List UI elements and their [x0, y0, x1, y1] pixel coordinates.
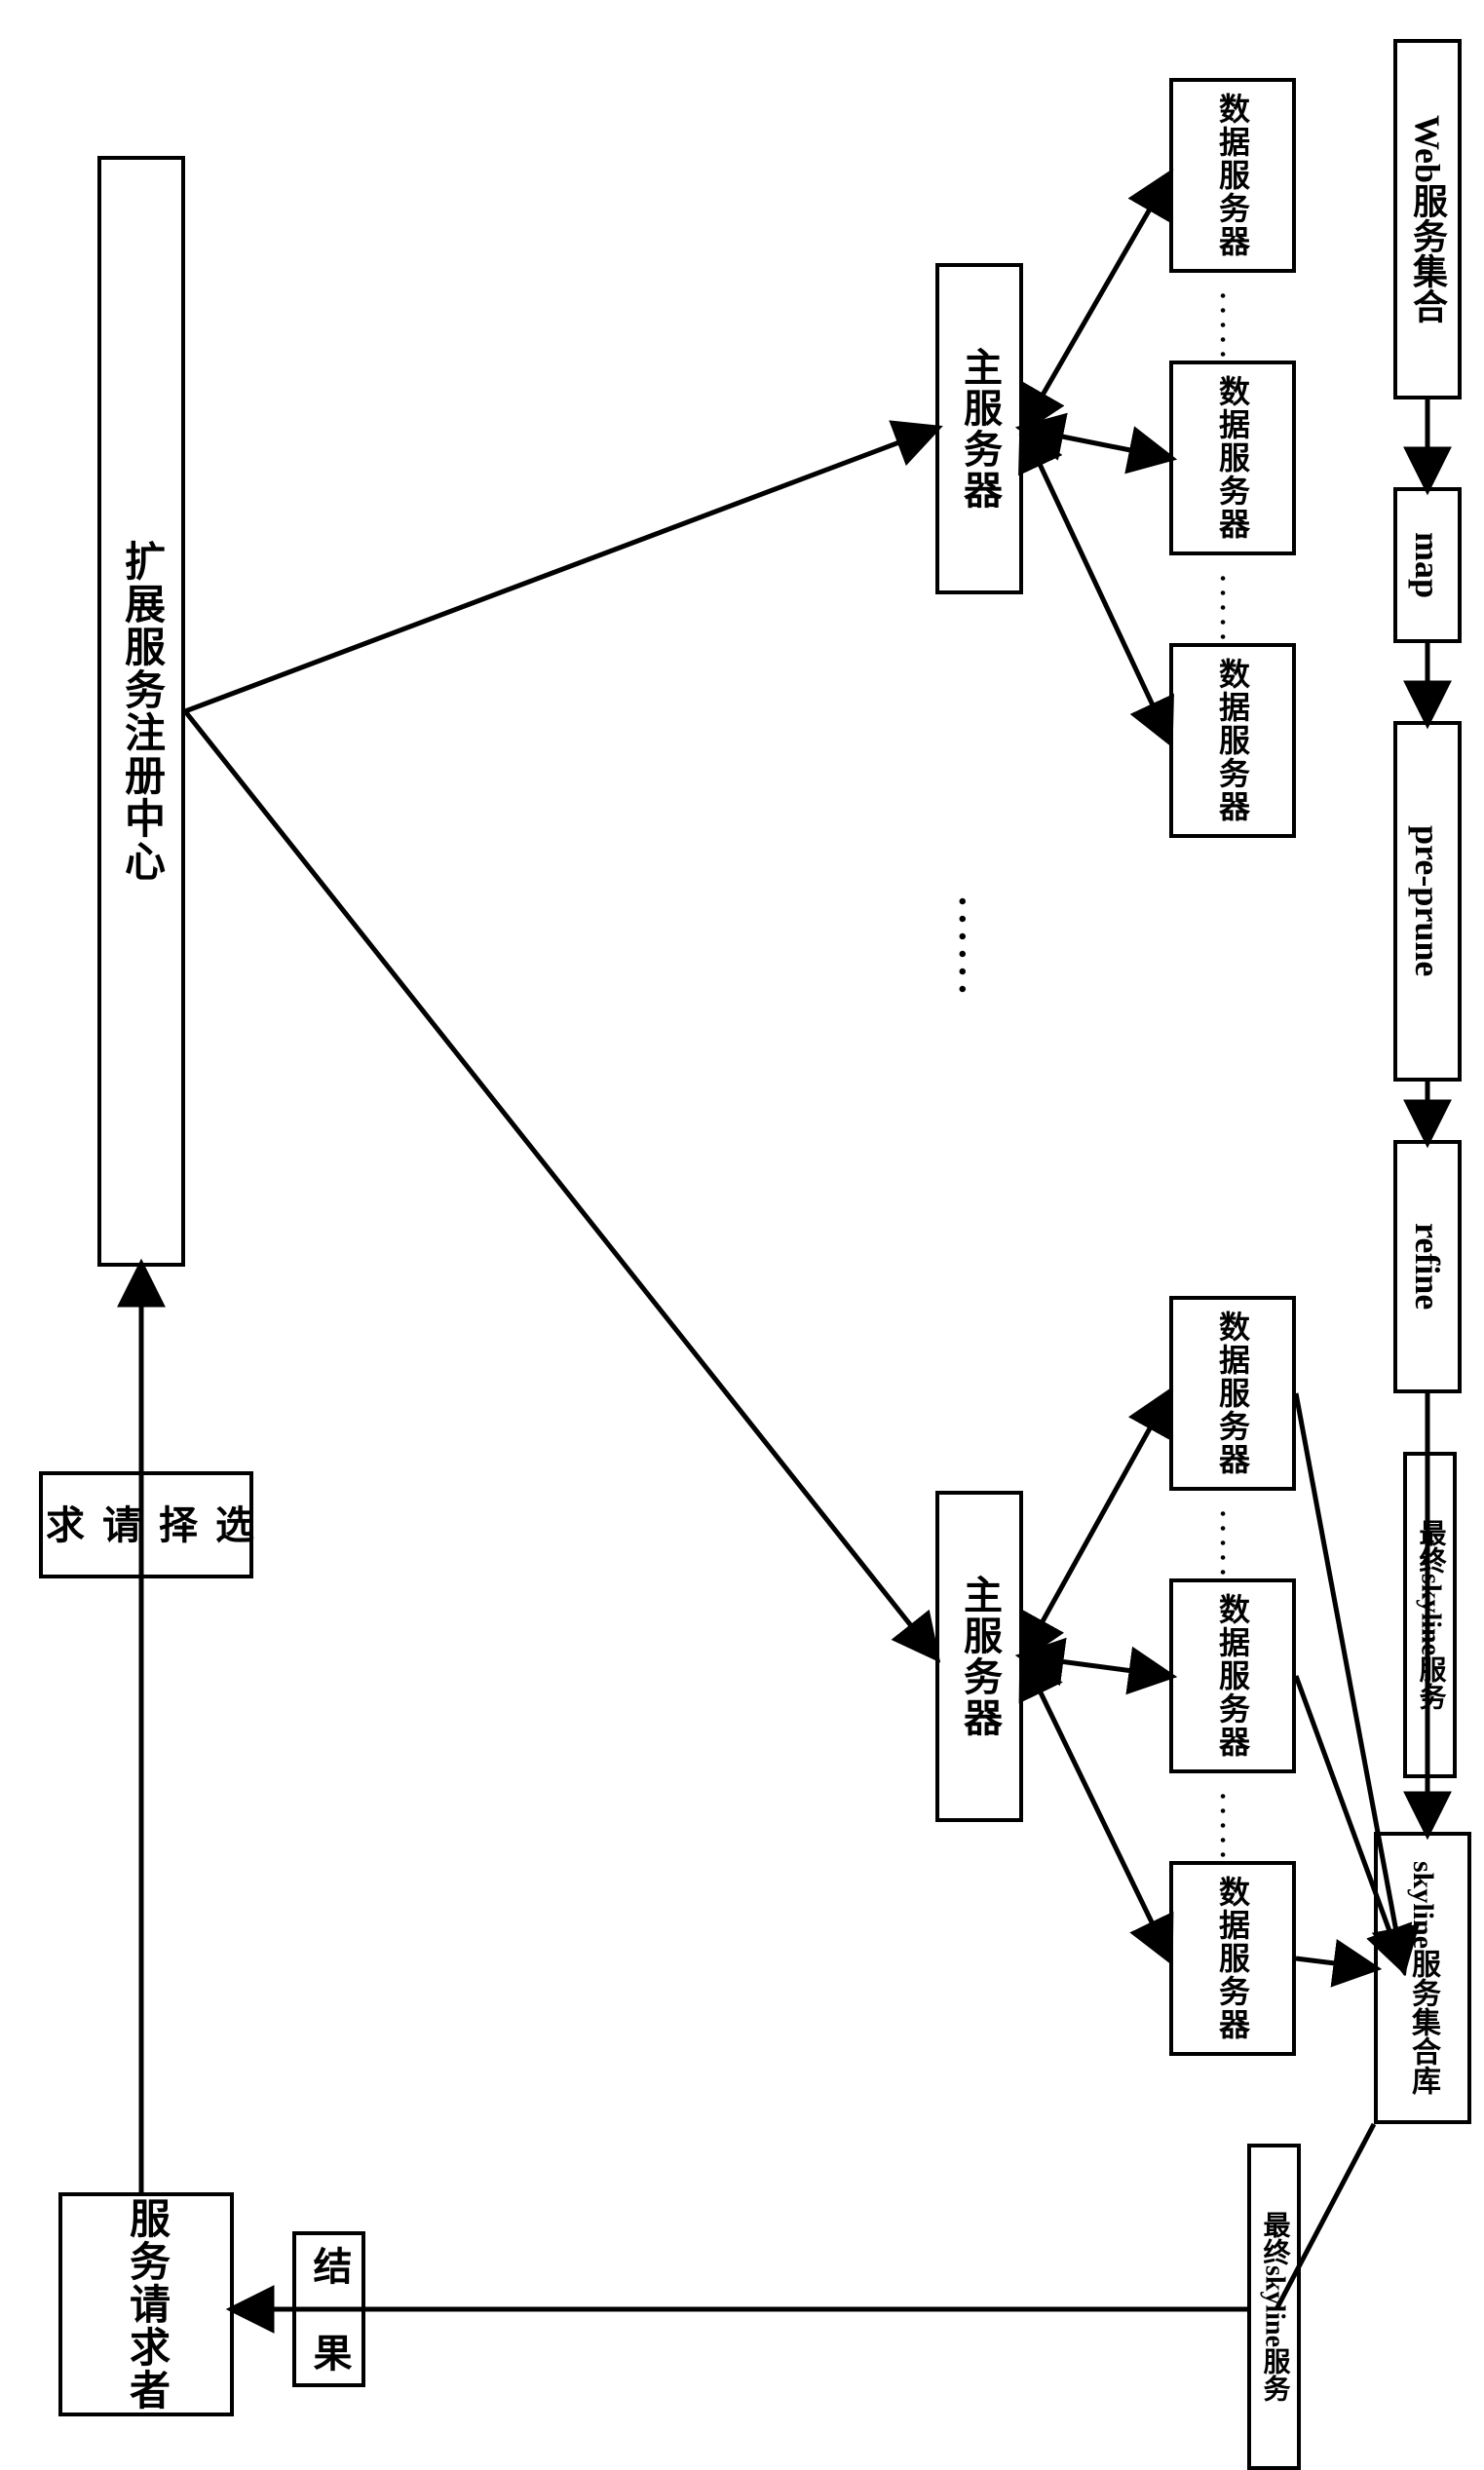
final-skyline-1-text: 最终skyline服务 — [1411, 1519, 1450, 1710]
skyline-lib-node: skyline服务集合库 — [1374, 1832, 1471, 2124]
skyline-lib-label: skyline服务集合库 — [1401, 1861, 1444, 2095]
result-text: 结 果 — [301, 2246, 358, 2374]
main-server-left: 主服务器 — [935, 263, 1023, 594]
refine-node: refine — [1393, 1140, 1462, 1393]
data-server-r3: 数据服务器 — [1169, 1861, 1296, 2056]
requester-node: 服务请求者 — [58, 2192, 234, 2416]
preprune-label: pre-prune — [1407, 825, 1448, 976]
data-server-r3-label: 数据服务器 — [1210, 1876, 1255, 2041]
web-service-set-node: Web服务集合 — [1393, 39, 1462, 399]
select-request-label: 选 择 请 求 — [39, 1471, 253, 1578]
map-node: map — [1393, 487, 1462, 643]
preprune-node: pre-prune — [1393, 721, 1462, 1082]
final-skyline-2: 最终skyline服务 — [1247, 2144, 1301, 2470]
web-service-set-label: Web服务集合 — [1402, 115, 1453, 323]
main-server-dots: ...... — [950, 896, 996, 1002]
data-server-l3-label: 数据服务器 — [1210, 658, 1255, 823]
registry-label: 扩展服务注册中心 — [112, 540, 171, 883]
data-server-r2: 数据服务器 — [1169, 1578, 1296, 1773]
main-server-right-label: 主服务器 — [951, 1575, 1008, 1738]
registry-node: 扩展服务注册中心 — [97, 156, 185, 1267]
final-skyline-2-text: 最终skyline服务 — [1255, 2211, 1294, 2402]
data-server-l2: 数据服务器 — [1169, 361, 1296, 555]
refine-label: refine — [1407, 1223, 1448, 1310]
data-server-r1-label: 数据服务器 — [1210, 1311, 1255, 1476]
map-label: map — [1407, 532, 1448, 598]
data-server-l2-label: 数据服务器 — [1210, 375, 1255, 541]
result-label: 结 果 — [292, 2231, 365, 2387]
requester-label: 服务请求者 — [117, 2197, 176, 2412]
data-server-r2-label: 数据服务器 — [1210, 1593, 1255, 1759]
data-server-l1-label: 数据服务器 — [1210, 93, 1255, 258]
final-skyline-1: 最终skyline服务 — [1403, 1452, 1457, 1778]
data-server-r1: 数据服务器 — [1169, 1296, 1296, 1491]
main-server-left-label: 主服务器 — [951, 347, 1008, 511]
data-server-l1: 数据服务器 — [1169, 78, 1296, 273]
data-server-l3: 数据服务器 — [1169, 643, 1296, 838]
select-request-text: 选 择 请 求 — [33, 1475, 259, 1575]
main-server-right: 主服务器 — [935, 1491, 1023, 1822]
